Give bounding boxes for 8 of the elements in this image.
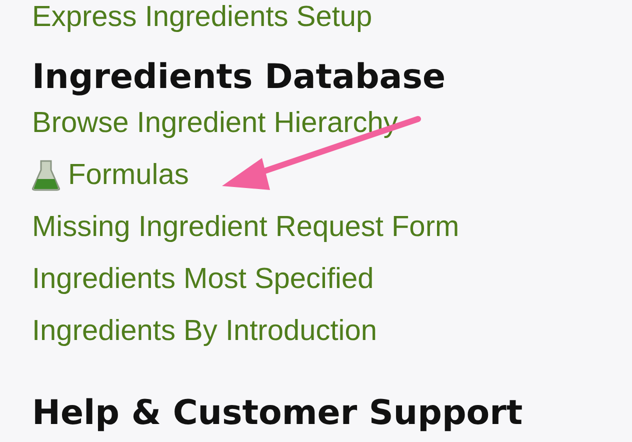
section-heading: Help & Customer Support <box>32 392 523 435</box>
menu-link[interactable]: Formulas <box>68 149 189 201</box>
menu-link[interactable]: Express Ingredients Setup <box>32 1 372 33</box>
menu-link[interactable]: Missing Ingredient Request Form <box>32 201 460 253</box>
menu-link[interactable]: Ingredients By Introduction <box>32 305 377 357</box>
menu-link[interactable]: Browse Ingredient Hierarchy <box>32 97 398 149</box>
section-heading: Ingredients Database <box>32 56 446 99</box>
menu-link[interactable]: Ingredients Most Specified <box>32 253 374 305</box>
